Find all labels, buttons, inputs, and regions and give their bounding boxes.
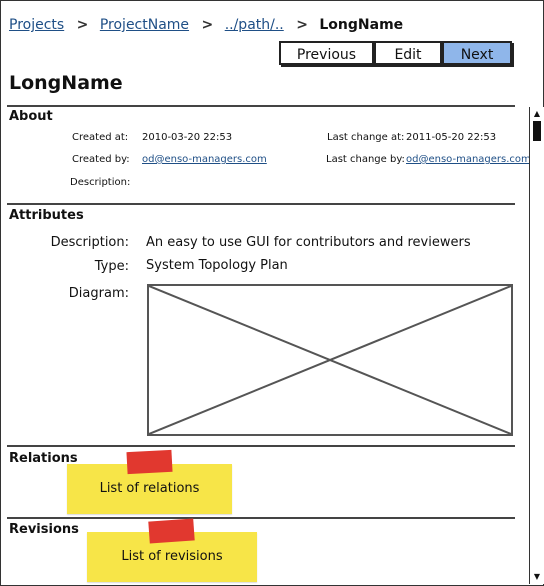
breadcrumb: Projects > ProjectName > ../path/.. > Lo… — [9, 17, 403, 33]
chevron-right-icon: > — [201, 17, 214, 33]
revisions-note-text: List of revisions — [121, 549, 223, 564]
record-navigation: Previous Edit Next — [279, 41, 512, 67]
last-change-by-email-link[interactable]: od@enso-managers.com — [406, 154, 531, 165]
vertical-scrollbar[interactable]: ▲ ▼ — [529, 107, 544, 584]
edit-button[interactable]: Edit — [374, 41, 442, 65]
attr-type-value: System Topology Plan — [146, 258, 288, 273]
breadcrumb-current: LongName — [319, 17, 404, 33]
chevron-right-icon: > — [296, 17, 308, 33]
about-description-label: Description: — [70, 177, 131, 188]
divider — [7, 105, 515, 107]
diagram-image-placeholder — [147, 284, 513, 436]
window-frame: Projects > ProjectName > ../path/.. > Lo… — [0, 0, 544, 586]
image-placeholder-icon — [149, 286, 511, 434]
revisions-section-title: Revisions — [9, 522, 79, 537]
scrollbar-thumb[interactable] — [533, 121, 541, 141]
attr-type-label: Type: — [94, 259, 129, 274]
attr-description-value: An easy to use GUI for contributors and … — [146, 235, 471, 250]
divider — [7, 203, 515, 205]
arrow-up-icon[interactable]: ▲ — [532, 109, 542, 119]
tape-icon — [148, 518, 195, 544]
attr-diagram-label: Diagram: — [68, 286, 129, 301]
chevron-right-icon: > — [76, 17, 89, 33]
created-at-value: 2010-03-20 22:53 — [142, 132, 233, 143]
arrow-down-icon[interactable]: ▼ — [532, 572, 542, 582]
divider — [7, 445, 515, 447]
created-at-label: Created at: — [72, 132, 129, 143]
last-change-at-value: 2011-05-20 22:53 — [406, 132, 497, 143]
created-by-label: Created by: — [72, 154, 130, 165]
last-change-by-label: Last change by: — [326, 154, 405, 165]
tape-icon — [126, 449, 173, 475]
attributes-section-title: Attributes — [9, 208, 84, 223]
page-title: LongName — [9, 72, 123, 94]
relations-note-text: List of relations — [99, 481, 200, 496]
breadcrumb-projects-link[interactable]: Projects — [9, 17, 64, 33]
attr-description-label: Description: — [50, 235, 129, 250]
previous-button[interactable]: Previous — [279, 41, 374, 65]
breadcrumb-projectname-link[interactable]: ProjectName — [100, 17, 189, 33]
created-by-email-link[interactable]: od@enso-managers.com — [142, 154, 267, 165]
divider — [7, 517, 515, 519]
breadcrumb-path-link[interactable]: ../path/.. — [225, 17, 284, 33]
last-change-at-label: Last change at: — [327, 132, 405, 143]
about-section-title: About — [9, 109, 53, 124]
next-button[interactable]: Next — [442, 41, 512, 65]
